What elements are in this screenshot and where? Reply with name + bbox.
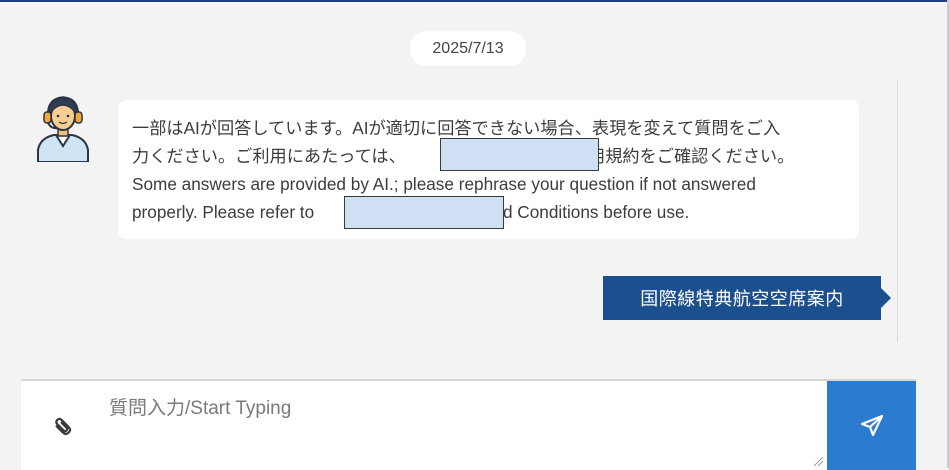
resize-handle-icon[interactable] [812, 455, 824, 467]
message-input[interactable] [109, 393, 824, 467]
bot-message-line-3: Some answers are provided by AI.; please… [132, 174, 756, 194]
date-separator: 2025/7/13 [410, 31, 526, 66]
paper-plane-icon [860, 414, 883, 436]
redacted-link[interactable] [344, 196, 504, 229]
redacted-link[interactable] [440, 138, 599, 171]
user-message-bubble: 国際線特典航空空席案内 [603, 276, 891, 320]
send-button[interactable] [827, 381, 916, 470]
chat-divider [897, 80, 898, 342]
support-agent-avatar [37, 96, 89, 162]
paperclip-icon[interactable] [51, 415, 75, 439]
top-border [0, 0, 949, 2]
bot-message-line-2-end: 利用規約をご確認ください。 [570, 146, 795, 166]
bot-message-line-2-start: 力ください。ご利用にあたっては、 [132, 146, 406, 166]
message-composer [21, 379, 916, 470]
bot-message-line-4-start: properly. Please refer to [132, 202, 315, 222]
